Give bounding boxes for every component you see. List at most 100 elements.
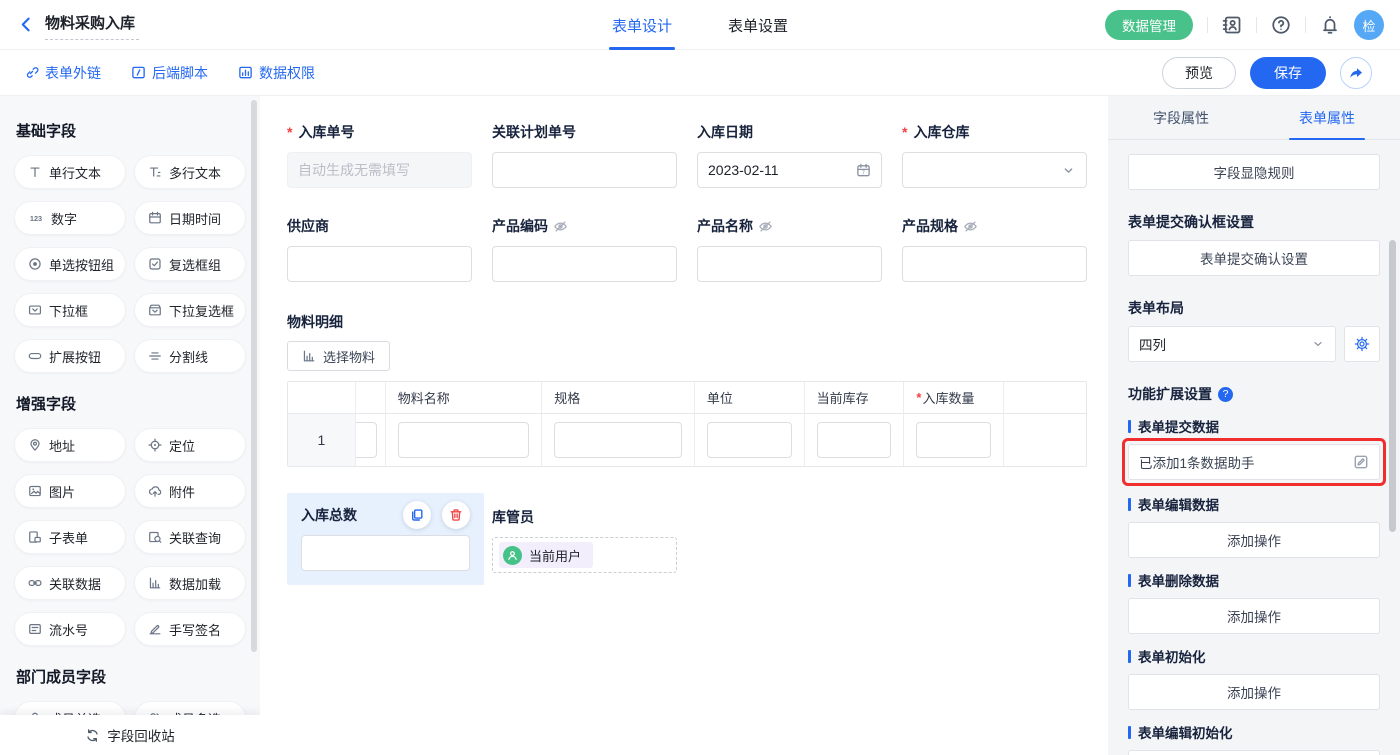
data-permission-button[interactable]: 数据权限	[238, 63, 315, 83]
person-icon	[503, 546, 522, 565]
add-action-edit-init-button[interactable]: 添加操作	[1128, 750, 1380, 755]
field-pill-single-line-text[interactable]: 单行文本	[14, 155, 126, 189]
plan-no-input[interactable]	[492, 152, 677, 188]
field-pill-location[interactable]: 定位	[134, 428, 246, 462]
notification-bell-icon[interactable]	[1320, 15, 1340, 35]
inbound-date-input[interactable]: 2023-02-11	[697, 152, 882, 188]
copy-field-button[interactable]	[403, 501, 431, 529]
inbound-total-input[interactable]	[301, 535, 470, 571]
save-button[interactable]: 保存	[1250, 57, 1326, 89]
col-empty	[1004, 382, 1086, 414]
field-label: 入库仓库	[913, 122, 969, 142]
field-product-name[interactable]: 产品名称	[697, 216, 882, 282]
user-avatar[interactable]: 检	[1354, 10, 1384, 40]
sidebar-scrollbar[interactable]	[251, 100, 257, 652]
multi-select-icon	[148, 303, 162, 317]
field-supplier[interactable]: 供应商	[287, 216, 472, 282]
header-tabs: 表单设计 表单设置	[612, 0, 788, 50]
field-pill-data-load[interactable]: 数据加载	[134, 566, 246, 600]
field-pill-select[interactable]: 下拉框	[14, 293, 126, 327]
field-inbound-total-selected[interactable]: 入库总数	[287, 493, 484, 585]
field-inbound-date[interactable]: 入库日期 2023-02-11	[697, 122, 882, 188]
address-book-icon[interactable]	[1222, 15, 1242, 35]
field-pill-checkbox-group[interactable]: 复选框组	[134, 247, 246, 281]
chevron-down-icon	[1061, 163, 1076, 178]
field-pill-number[interactable]: 数字	[14, 201, 126, 235]
edit-icon[interactable]	[1353, 454, 1369, 470]
material-name-input[interactable]	[398, 422, 530, 458]
single-line-text-icon	[28, 165, 42, 179]
share-button[interactable]	[1340, 57, 1372, 89]
clipped-input[interactable]	[356, 422, 377, 458]
field-pill-multi-select[interactable]: 下拉复选框	[134, 293, 246, 327]
field-pill-attachment[interactable]: 附件	[134, 474, 246, 508]
field-pill-divider[interactable]: 分割线	[134, 339, 246, 373]
product-name-input[interactable]	[697, 246, 882, 282]
select-material-button[interactable]: 选择物料	[287, 341, 390, 371]
form-title[interactable]: 物料采购入库	[45, 10, 139, 40]
data-load-icon	[302, 349, 316, 363]
subtable-header-row: 物料名称 规格 单位 当前库存 *入库数量	[288, 382, 1086, 414]
data-assistant-box[interactable]: 已添加1条数据助手	[1128, 444, 1380, 480]
preview-button[interactable]: 预览	[1162, 57, 1236, 89]
field-pill-radio-group[interactable]: 单选按钮组	[14, 247, 126, 281]
help-icon[interactable]: ?	[1218, 387, 1233, 402]
field-warehouse[interactable]: *入库仓库	[902, 122, 1087, 188]
layout-settings-button[interactable]	[1344, 326, 1380, 362]
material-subtable[interactable]: 物料名称 规格 单位 当前库存 *入库数量 1	[287, 381, 1087, 467]
field-pill-datetime[interactable]: 日期时间	[134, 201, 246, 235]
panel-scrollbar[interactable]	[1389, 240, 1396, 532]
signature-icon	[148, 622, 162, 636]
backend-script-button[interactable]: 后端脚本	[131, 63, 208, 83]
field-pill-serial-number[interactable]: 流水号	[14, 612, 126, 646]
inbound-no-input[interactable]: 自动生成无需填写	[287, 152, 472, 188]
field-inbound-no[interactable]: *入库单号 自动生成无需填写	[287, 122, 472, 188]
field-product-code[interactable]: 产品编码	[492, 216, 677, 282]
spec-input[interactable]	[554, 422, 682, 458]
field-pill-image[interactable]: 图片	[14, 474, 126, 508]
field-recycle-bin-button[interactable]: 字段回收站	[0, 715, 260, 755]
section-title-enhanced-fields: 增强字段	[16, 393, 244, 414]
data-manage-button[interactable]: 数据管理	[1105, 10, 1193, 40]
checkbox-group-icon	[148, 257, 162, 271]
field-pill-address[interactable]: 地址	[14, 428, 126, 462]
field-display-rules-button[interactable]: 字段显隐规则	[1128, 154, 1380, 190]
back-button[interactable]	[18, 16, 35, 33]
layout-select[interactable]: 四列	[1128, 326, 1336, 362]
keeper-input[interactable]: 当前用户	[492, 537, 677, 573]
add-action-edit-data-button[interactable]: 添加操作	[1128, 522, 1380, 558]
field-pill-related-data[interactable]: 关联数据	[14, 566, 126, 600]
external-link-button[interactable]: 表单外链	[24, 63, 101, 83]
field-plan-no[interactable]: 关联计划单号	[492, 122, 677, 188]
delete-field-button[interactable]	[442, 501, 470, 529]
add-action-delete-data-button[interactable]: 添加操作	[1128, 598, 1380, 634]
field-pill-multi-line-text[interactable]: 多行文本	[134, 155, 246, 189]
toolbar-links: 表单外链 后端脚本 数据权限	[24, 63, 315, 83]
warehouse-select[interactable]	[902, 152, 1087, 188]
supplier-input[interactable]	[287, 246, 472, 282]
tab-form-properties[interactable]: 表单属性	[1254, 96, 1400, 139]
unit-input[interactable]	[707, 422, 792, 458]
field-pill-extend-button[interactable]: 扩展按钮	[14, 339, 126, 373]
field-pill-related-query[interactable]: 关联查询	[134, 520, 246, 554]
submit-confirm-settings-button[interactable]: 表单提交确认设置	[1128, 240, 1380, 276]
col-inbound-qty: *入库数量	[904, 382, 1004, 414]
product-code-input[interactable]	[492, 246, 677, 282]
current-stock-input[interactable]	[817, 422, 892, 458]
product-spec-input[interactable]	[902, 246, 1087, 282]
current-user-tag[interactable]: 当前用户	[499, 542, 593, 568]
help-icon[interactable]	[1271, 15, 1291, 35]
form-designer-app: { "header": { "title": "物料采购入库", "tabs":…	[0, 0, 1400, 755]
field-pill-subform[interactable]: 子表单	[14, 520, 126, 554]
field-label: 产品规格	[902, 216, 958, 236]
inbound-qty-input[interactable]	[916, 422, 991, 458]
data-permission-label: 数据权限	[259, 63, 315, 83]
col-row-number	[288, 382, 356, 414]
tab-form-settings[interactable]: 表单设置	[728, 0, 788, 50]
field-product-spec[interactable]: 产品规格	[902, 216, 1087, 282]
field-warehouse-keeper[interactable]: 库管员 当前用户	[492, 507, 677, 585]
add-action-init-button[interactable]: 添加操作	[1128, 674, 1380, 710]
tab-field-properties[interactable]: 字段属性	[1108, 96, 1254, 139]
field-pill-signature[interactable]: 手写签名	[134, 612, 246, 646]
tab-form-design[interactable]: 表单设计	[612, 0, 672, 50]
